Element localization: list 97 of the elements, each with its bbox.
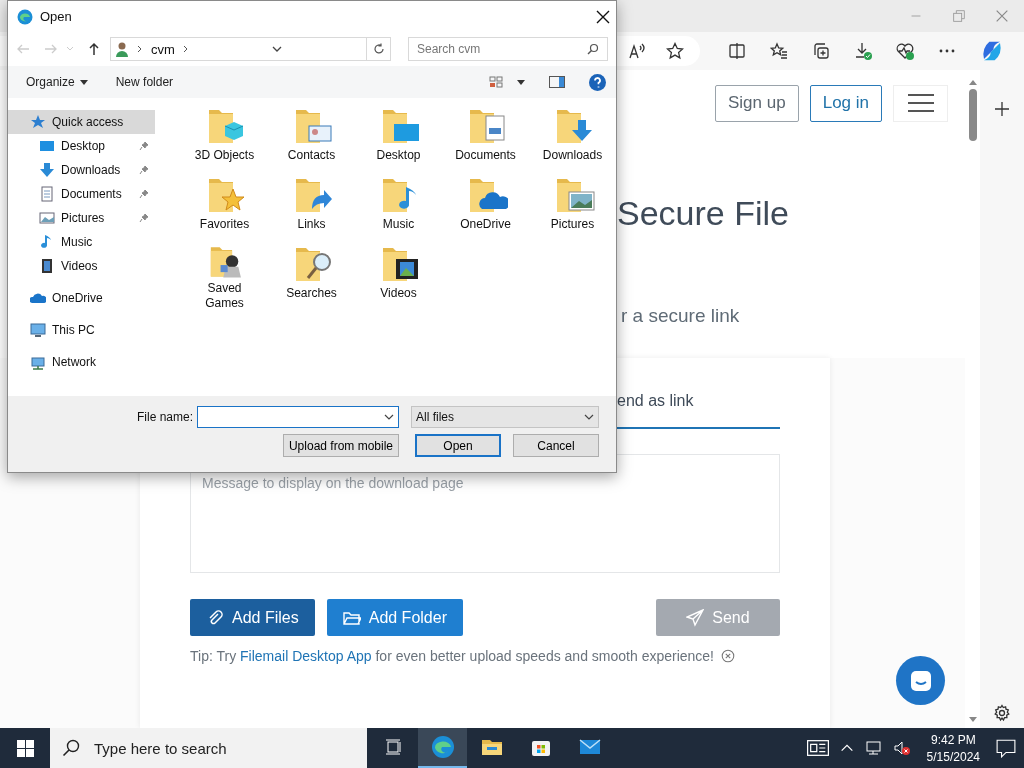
clock[interactable]: 9:42 PM 5/15/2024 [920, 732, 986, 764]
film-icon [39, 258, 55, 274]
settings-icon[interactable] [993, 704, 1011, 722]
nav-item[interactable]: OneDrive [8, 286, 155, 310]
search-icon [587, 43, 599, 55]
folder-item[interactable]: Saved Games [181, 242, 268, 311]
folder-item[interactable]: Contacts [268, 104, 355, 173]
field-label: File name: [136, 410, 193, 424]
signup-button[interactable]: Sign up [715, 84, 799, 122]
folder-button[interactable]: Add Folder [326, 599, 463, 636]
view-grid-icon[interactable] [489, 76, 503, 88]
computer-icon [30, 322, 46, 338]
windows-logo-icon [16, 739, 34, 757]
volume-muted-icon[interactable] [892, 739, 911, 757]
folder-item[interactable]: Documents [442, 104, 529, 173]
tip-text: Tip: Try Filemail Desktop App for even better upload speeds and smooth experience! [190, 648, 714, 664]
browser-icon [430, 735, 455, 759]
folder-item[interactable]: Desktop [355, 104, 442, 173]
files-button[interactable]: Add Files [190, 599, 315, 636]
dialog-title: Open [40, 9, 73, 24]
browser-logo-icon [17, 8, 33, 25]
copilot-logo-icon[interactable] [980, 39, 1004, 63]
folder-item[interactable]: 3D Objects [181, 104, 268, 173]
folder-item[interactable]: Downloads [529, 104, 616, 173]
network-icon[interactable] [864, 739, 883, 757]
refresh-icon[interactable] [372, 43, 385, 55]
nav-item[interactable]: This PC [8, 318, 155, 342]
network-icon [30, 354, 46, 370]
nav-item[interactable]: Quick access [8, 110, 155, 134]
dropdown-icon[interactable] [272, 46, 283, 52]
star-icon[interactable] [666, 42, 684, 60]
close-icon[interactable] [596, 9, 610, 24]
menu-icon [907, 93, 934, 113]
collections-icon[interactable] [812, 42, 830, 60]
chat-icon [908, 668, 933, 693]
search-field[interactable]: Search cvm [408, 37, 608, 61]
chevron-icon [137, 45, 143, 53]
file-name-field[interactable] [197, 406, 399, 428]
taskbar-search-field[interactable]: Type here to search [50, 728, 367, 768]
help-icon[interactable] [589, 73, 606, 91]
chevron-icon [182, 45, 189, 53]
star-icon [30, 114, 46, 130]
news-icon[interactable] [806, 737, 829, 759]
read-aloud-icon[interactable] [628, 42, 646, 60]
nav-item[interactable]: Network [8, 350, 155, 374]
download-icon[interactable] [854, 42, 872, 60]
nav-item[interactable]: Pictures [8, 206, 155, 230]
folder-item[interactable]: Links [268, 173, 355, 242]
folder-item[interactable]: Music [355, 173, 442, 242]
scroll-down-icon[interactable] [968, 717, 977, 722]
caret-icon[interactable] [517, 79, 525, 85]
user-icon [115, 41, 129, 57]
file-type-dropdown[interactable]: All files [411, 406, 599, 428]
nav-item[interactable]: Downloads [8, 158, 155, 182]
plus-icon[interactable] [993, 100, 1011, 118]
nav-item[interactable]: Videos [8, 254, 155, 278]
scroll-up-icon[interactable] [968, 80, 977, 85]
date-text: 5/15/2024 [926, 749, 980, 764]
preview-pane-icon[interactable] [549, 76, 565, 88]
scrollbar-thumb[interactable] [968, 89, 977, 141]
nav-item[interactable]: Documents [8, 182, 155, 206]
breadcrumb[interactable]: cvm [151, 41, 175, 57]
page-subheading: r a secure link [621, 305, 741, 327]
login-button[interactable]: Log in [809, 84, 882, 122]
folder-item[interactable]: Favorites [181, 173, 268, 242]
nav-item[interactable]: Music [8, 230, 155, 254]
folder-item[interactable]: Videos [355, 242, 442, 311]
down-arrow-icon [39, 162, 55, 178]
time-text: 9:42 PM [930, 732, 976, 747]
monitor-icon [39, 138, 55, 154]
nav-item[interactable]: Desktop [8, 134, 155, 158]
toolbar-button[interactable]: Organize [26, 75, 88, 89]
favorites-icon[interactable] [770, 42, 788, 60]
search-input[interactable]: Type here to search [92, 738, 342, 758]
folder-item[interactable]: Searches [268, 242, 355, 311]
page-heading: Secure File [617, 194, 790, 233]
paper-plane-icon [686, 608, 705, 627]
folder-item[interactable]: OneDrive [442, 173, 529, 242]
notifications-icon[interactable] [996, 738, 1016, 758]
dialog-button[interactable]: Open [415, 434, 501, 457]
search-icon [62, 739, 80, 757]
dismiss-icon[interactable] [720, 648, 736, 664]
document-icon [39, 186, 55, 202]
up-arrow-icon[interactable] [88, 42, 100, 56]
heart-pulse-icon[interactable] [896, 42, 914, 60]
folder-item[interactable]: Pictures [529, 173, 616, 242]
dropdown-icon [584, 414, 594, 420]
desktop-app-link[interactable]: Filemail Desktop App [240, 648, 372, 664]
split-screen-icon[interactable] [728, 42, 746, 60]
toolbar-button[interactable]: New folder [115, 75, 174, 89]
dropdown-icon[interactable] [384, 414, 394, 420]
menu-button[interactable] [893, 84, 948, 122]
address-bar[interactable]: cvm [110, 37, 391, 61]
caret-icon [79, 79, 88, 85]
dialog-button[interactable]: Cancel [513, 434, 599, 457]
picture-icon [39, 210, 55, 226]
dialog-button[interactable]: Upload from mobile [282, 434, 399, 457]
